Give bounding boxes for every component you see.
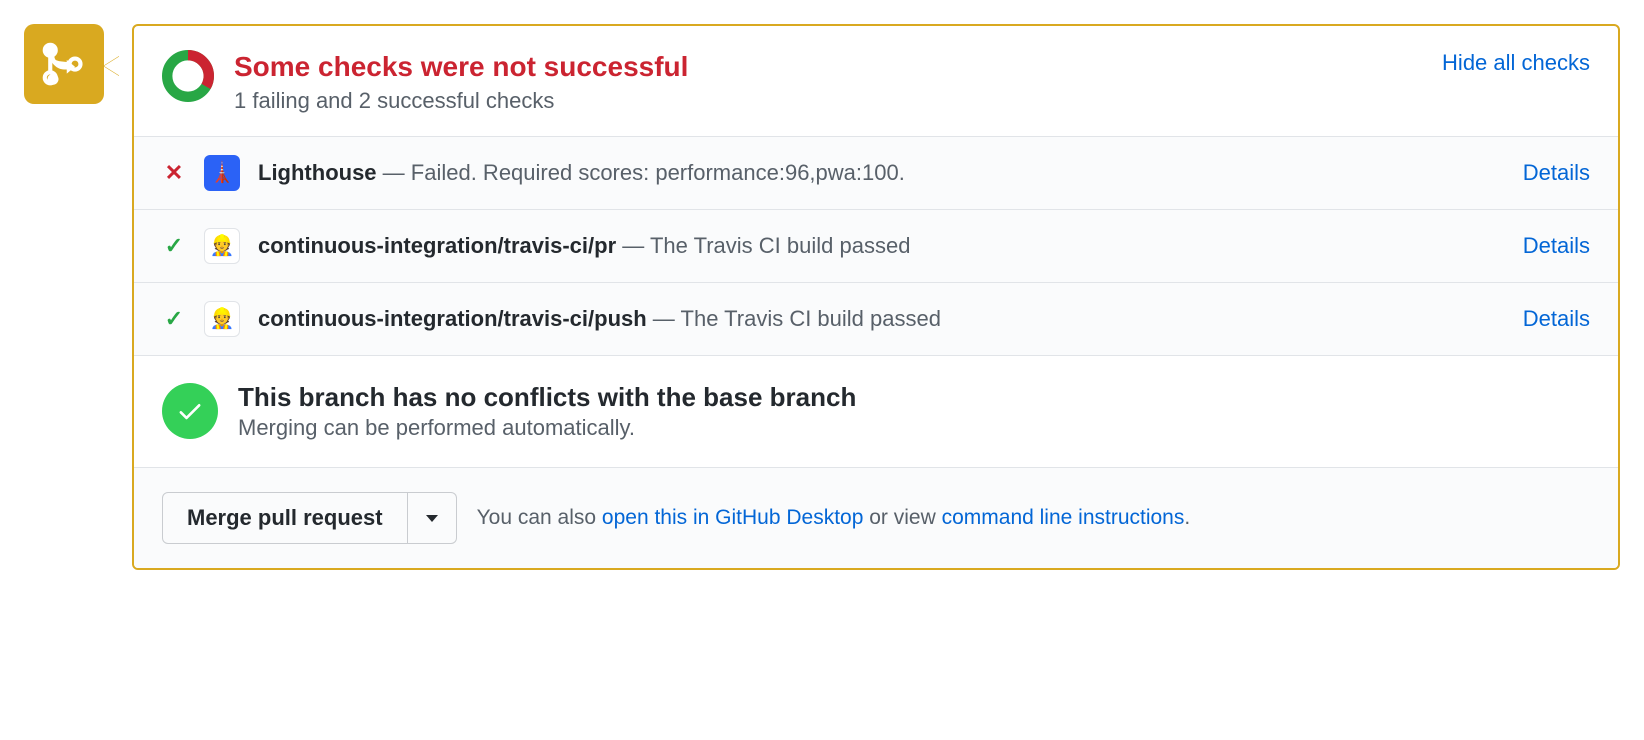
check-name: continuous-integration/travis-ci/push [258, 306, 647, 331]
travis-avatar: 👷 [204, 228, 240, 264]
header-text: Some checks were not successful 1 failin… [234, 50, 1422, 114]
check-text: Lighthouse — Failed. Required scores: pe… [258, 160, 1505, 186]
conflict-subtitle: Merging can be performed automatically. [238, 415, 856, 441]
merge-dropdown-button[interactable] [408, 492, 457, 544]
checks-list: ✕ 🗼 Lighthouse — Failed. Required scores: … [134, 136, 1618, 355]
details-link[interactable]: Details [1523, 160, 1590, 186]
x-icon: ✕ [162, 160, 186, 186]
conflict-title: This branch has no conflicts with the ba… [238, 382, 856, 413]
check-item: ✓ 👷 continuous-integration/travis-ci/pr — … [134, 209, 1618, 282]
check-text: continuous-integration/travis-ci/pr — Th… [258, 233, 1505, 259]
status-donut-chart [162, 50, 214, 102]
check-icon: ✓ [162, 306, 186, 332]
status-subtitle: 1 failing and 2 successful checks [234, 88, 1422, 114]
details-link[interactable]: Details [1523, 306, 1590, 332]
open-github-desktop-link[interactable]: open this in GitHub Desktop [602, 506, 863, 529]
merge-footer: Merge pull request You can also open thi… [134, 467, 1618, 568]
details-link[interactable]: Details [1523, 233, 1590, 259]
conflict-text: This branch has no conflicts with the ba… [238, 382, 856, 441]
check-message: Failed. Required scores: performance:96,… [411, 160, 905, 185]
git-merge-icon [42, 42, 86, 86]
lighthouse-avatar: 🗼 [204, 155, 240, 191]
check-item: ✓ 👷 continuous-integration/travis-ci/push … [134, 282, 1618, 355]
success-check-icon [162, 383, 218, 439]
conflict-section: This branch has no conflicts with the ba… [134, 355, 1618, 467]
check-message: The Travis CI build passed [650, 233, 910, 258]
check-item: ✕ 🗼 Lighthouse — Failed. Required scores: … [134, 137, 1618, 209]
check-name: Lighthouse [258, 160, 377, 185]
check-name: continuous-integration/travis-ci/pr [258, 233, 616, 258]
check-text: continuous-integration/travis-ci/push — … [258, 306, 1505, 332]
hide-all-checks-link[interactable]: Hide all checks [1442, 50, 1590, 76]
merge-badge [24, 24, 104, 104]
command-line-instructions-link[interactable]: command line instructions [942, 506, 1185, 529]
merge-status-container: Some checks were not successful 1 failin… [24, 24, 1620, 570]
check-icon: ✓ [162, 233, 186, 259]
travis-avatar: 👷 [204, 301, 240, 337]
check-message: The Travis CI build passed [681, 306, 941, 331]
merge-button-group: Merge pull request [162, 492, 457, 544]
merge-pull-request-button[interactable]: Merge pull request [162, 492, 408, 544]
merge-help-text: You can also open this in GitHub Desktop… [477, 506, 1191, 530]
status-title: Some checks were not successful [234, 50, 1422, 84]
status-panel: Some checks were not successful 1 failin… [132, 24, 1620, 570]
panel-header: Some checks were not successful 1 failin… [134, 26, 1618, 136]
caret-down-icon [426, 515, 438, 522]
